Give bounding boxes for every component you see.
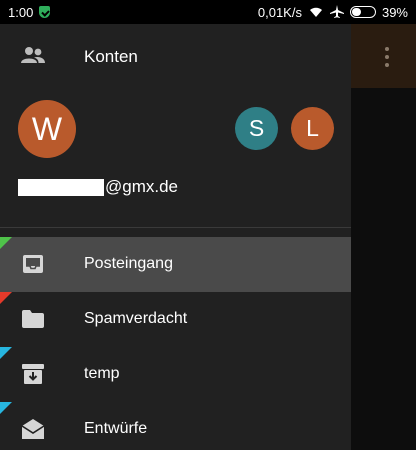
divider <box>0 227 351 228</box>
status-bar: 1:00 0,01K/s 39% <box>0 0 416 24</box>
folder-label: Posteingang <box>84 255 173 272</box>
folder-item-posteingang[interactable]: Posteingang <box>0 237 351 292</box>
avatar-initial: S <box>248 115 265 141</box>
more-options-icon[interactable] <box>384 47 390 67</box>
shield-icon <box>39 6 51 18</box>
avatar-initial: L <box>306 115 319 141</box>
folder-icon <box>22 310 44 328</box>
app-bar <box>351 24 416 88</box>
folder-color-marker <box>0 347 12 359</box>
drafts-icon <box>21 419 45 439</box>
primary-account-avatar[interactable]: W <box>18 100 76 158</box>
redacted-email-name <box>18 178 104 196</box>
folder-item-entwuerfe[interactable]: Entwürfe <box>0 402 351 450</box>
folder-item-spamverdacht[interactable]: Spamverdacht <box>0 292 351 347</box>
folder-color-marker <box>0 237 12 249</box>
avatar-initial: W <box>31 110 63 147</box>
account-avatar-l[interactable]: L <box>291 107 334 150</box>
battery-percent: 39% <box>381 4 408 20</box>
accounts-label: Konten <box>84 47 138 66</box>
status-time: 1:00 <box>8 4 34 20</box>
account-email[interactable]: @gmx.de <box>18 177 178 197</box>
navigation-drawer: Konten W S L @gmx.de Posteingang Spamver… <box>0 24 351 450</box>
folder-item-temp[interactable]: temp <box>0 347 351 402</box>
folder-label: Spamverdacht <box>84 310 188 327</box>
airplane-icon <box>329 5 344 18</box>
inbox-icon <box>23 255 43 273</box>
accounts-row[interactable]: Konten <box>0 24 351 88</box>
archive-icon <box>22 364 44 384</box>
folder-color-marker <box>0 402 12 414</box>
folder-color-marker <box>0 292 12 304</box>
wifi-icon <box>309 7 322 17</box>
network-speed: 0,01K/s <box>257 4 302 20</box>
battery-icon <box>349 6 376 18</box>
folder-label: temp <box>84 365 120 382</box>
email-domain: @gmx.de <box>105 177 179 196</box>
account-avatar-s[interactable]: S <box>235 107 278 150</box>
people-icon <box>21 47 45 63</box>
folder-label: Entwürfe <box>84 420 148 437</box>
content-backdrop[interactable] <box>351 24 416 450</box>
